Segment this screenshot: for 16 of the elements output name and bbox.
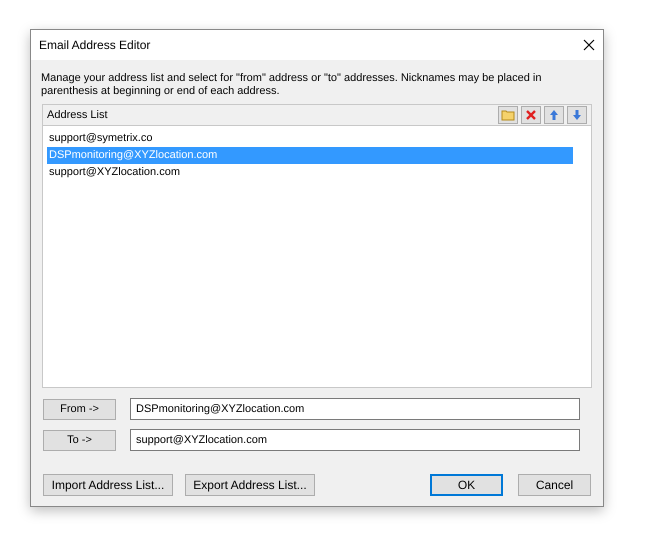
instructions-text: Manage your address list and select for "from" address or "to" addresses. Nicknames may be placed in parenthesis at beginning or end of each address.: [41, 72, 542, 98]
close-icon[interactable]: [583, 39, 595, 51]
dialog-button[interactable]: Import Address List...: [43, 474, 173, 496]
panel-title: Address List: [47, 108, 108, 123]
list-item[interactable]: support@symetrix.co: [47, 130, 573, 147]
delete-icon[interactable]: [521, 106, 541, 124]
address-button[interactable]: To ->: [43, 430, 116, 450]
address-field[interactable]: support@XYZlocation.com: [130, 429, 580, 451]
address-field[interactable]: DSPmonitoring@XYZlocation.com: [130, 398, 580, 420]
address-button[interactable]: From ->: [43, 398, 116, 420]
dialog-button[interactable]: OK: [430, 474, 503, 496]
window-title: Email Address Editor: [39, 37, 150, 54]
dialog-button[interactable]: Cancel: [518, 474, 591, 496]
folder-icon[interactable]: [498, 106, 518, 124]
list-item[interactable]: support@XYZlocation.com: [47, 164, 573, 181]
dialog-button[interactable]: Export Address List...: [185, 474, 315, 496]
